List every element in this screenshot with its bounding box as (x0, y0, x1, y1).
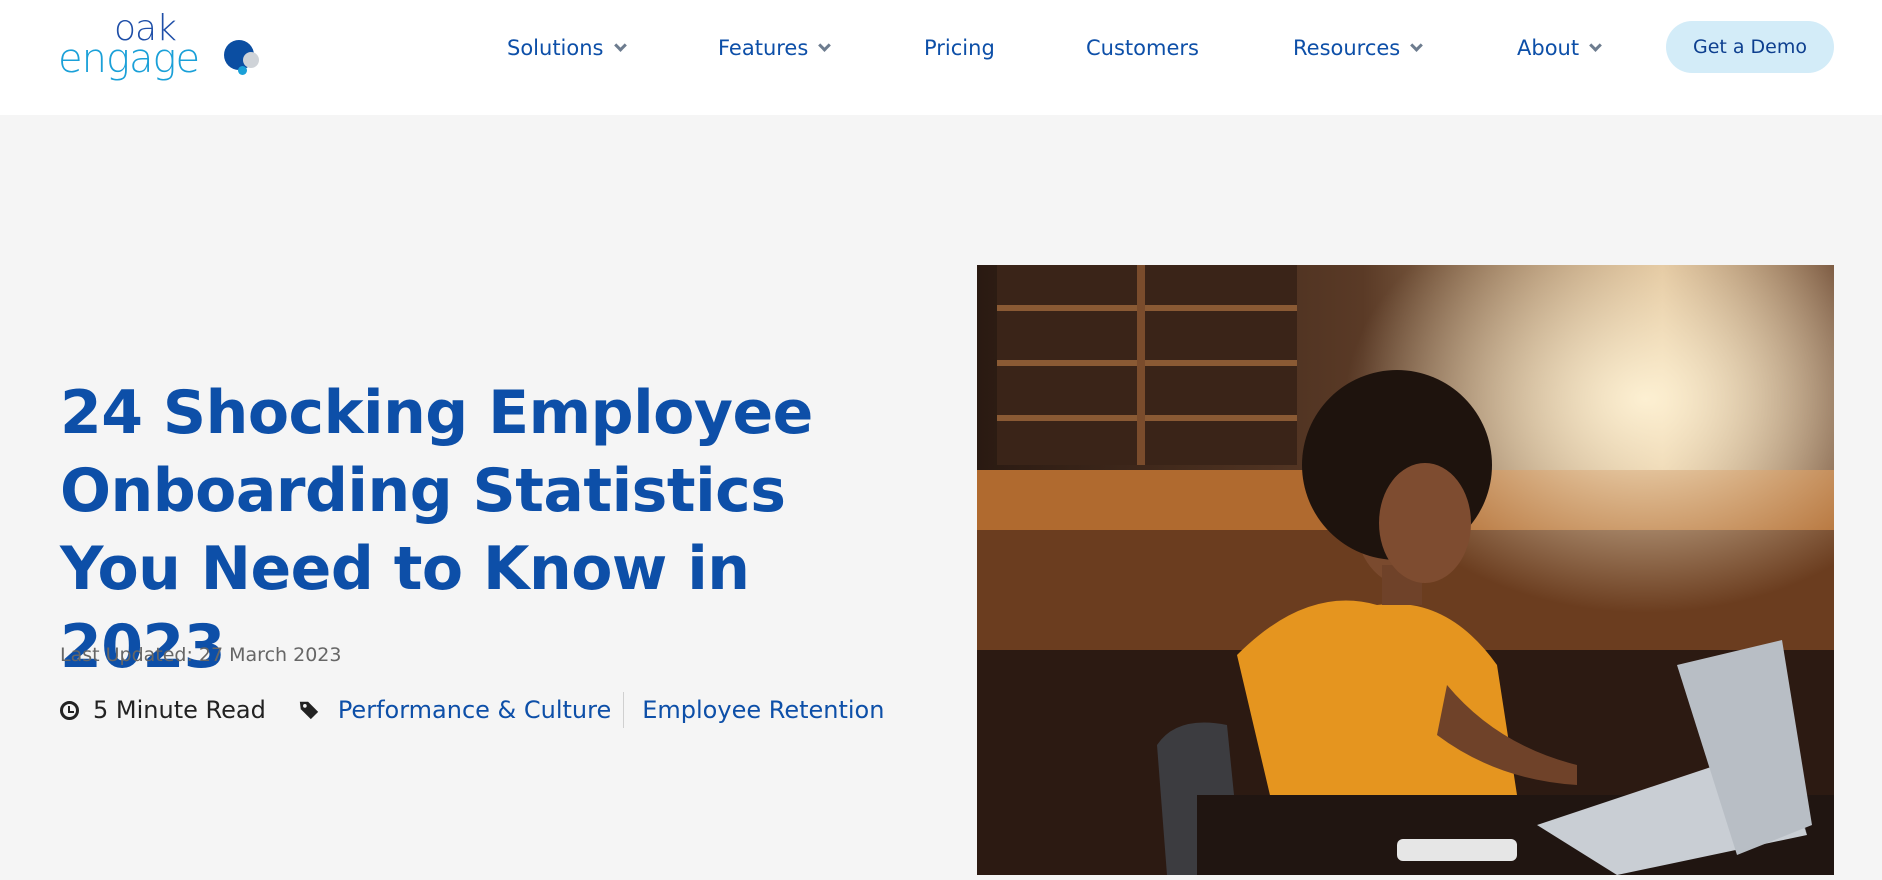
nav-label: Resources (1293, 36, 1401, 60)
nav-item-about[interactable]: About (1517, 30, 1602, 66)
nav-label: About (1517, 36, 1580, 60)
article-title: 24 Shocking Employee Onboarding Statisti… (60, 378, 813, 682)
logo-text-engage: engage (58, 36, 200, 82)
nav-label: Pricing (924, 36, 995, 60)
tag-link-performance-culture[interactable]: Performance & Culture (338, 696, 611, 724)
read-time: 5 Minute Read (93, 696, 266, 724)
hero-image (977, 265, 1834, 875)
nav-item-solutions[interactable]: Solutions (507, 30, 627, 66)
chevron-down-icon (1589, 38, 1602, 52)
last-updated-text: Last Updated: 27 March 2023 (60, 644, 342, 666)
nav-label: Features (718, 36, 809, 60)
tag-link-employee-retention[interactable]: Employee Retention (642, 696, 884, 724)
hero-photo-illustration (977, 265, 1834, 875)
nav-item-customers[interactable]: Customers (1086, 30, 1199, 66)
chevron-down-icon (613, 38, 627, 52)
site-header: oak engage Solutions Features Pricing Cu… (0, 0, 1882, 115)
tag-icon (299, 701, 318, 720)
nav-item-resources[interactable]: Resources (1293, 30, 1424, 66)
clock-icon (60, 700, 79, 720)
article-meta: 5 Minute Read Performance & Culture Empl… (60, 692, 884, 728)
nav-label: Customers (1086, 36, 1199, 60)
logo-mark-cyan (238, 66, 247, 75)
logo-mark-grey (243, 52, 259, 68)
tag-divider (623, 692, 625, 728)
oak-engage-logo[interactable]: oak engage (58, 8, 268, 90)
nav-label: Solutions (507, 36, 604, 60)
nav-item-features[interactable]: Features (718, 30, 832, 66)
chevron-down-icon (1410, 38, 1424, 52)
nav-item-pricing[interactable]: Pricing (924, 30, 995, 66)
get-a-demo-button[interactable]: Get a Demo (1666, 21, 1834, 73)
chevron-down-icon (818, 38, 832, 52)
